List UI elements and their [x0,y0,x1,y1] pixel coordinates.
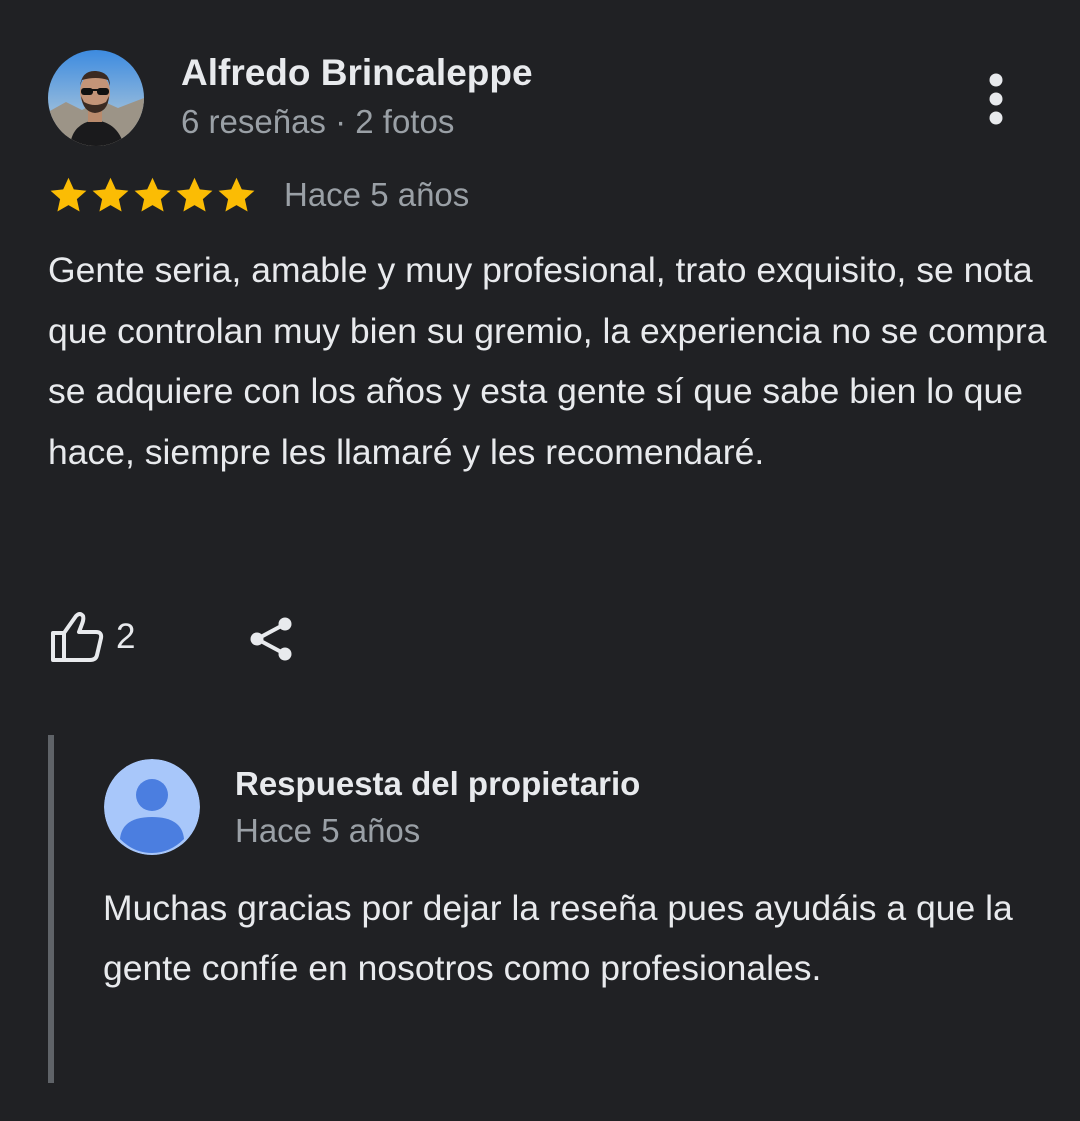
star-rating [48,175,257,216]
thumbs-up-icon [51,612,104,662]
author-avatar[interactable] [48,50,144,146]
person-icon [104,759,200,855]
share-button[interactable] [240,608,302,670]
star-icon [50,177,87,212]
review-text: Gente seria, amable y muy profesional, t… [48,250,1047,472]
review-card: Alfredo Brincaleppe 6 reseñas · 2 fotos … [0,0,1080,1121]
author-name[interactable]: Alfredo Brincaleppe [181,52,533,94]
like-button[interactable]: 2 [48,604,135,670]
author-photo [48,50,144,146]
rating-row: Hace 5 años [48,172,469,218]
owner-avatar [104,759,200,855]
review-date: Hace 5 años [284,176,470,213]
like-count: 2 [116,617,136,656]
star-icon [134,177,171,212]
author-meta: 6 reseñas · 2 fotos [181,103,455,140]
owner-response: Respuesta del propietario Hace 5 años Mu… [48,735,1054,1083]
star-icon [176,177,213,212]
more-vert-icon [989,73,1003,125]
owner-response-title: Respuesta del propietario [235,765,641,802]
more-options-button[interactable] [970,68,1022,130]
owner-response-date: Hace 5 años [235,812,421,849]
star-icon [218,177,255,212]
owner-response-text: Muchas gracias por dejar la reseña pues … [103,888,1013,988]
share-icon [250,617,292,661]
star-icon [92,177,129,212]
